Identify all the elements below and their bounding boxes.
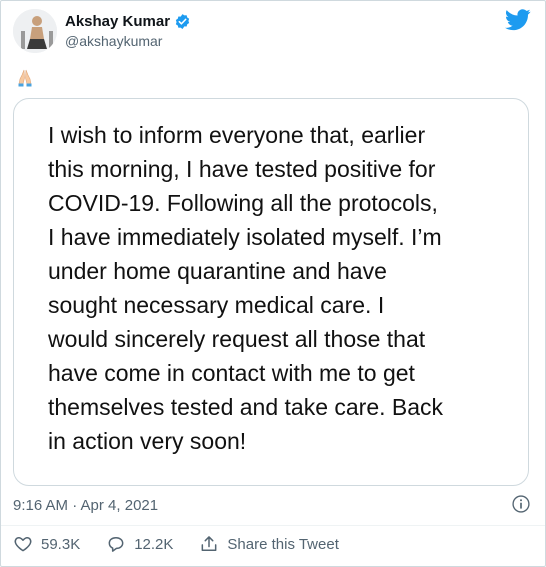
author-name[interactable]: Akshay Kumar (65, 13, 170, 30)
folded-hands-emoji (15, 67, 35, 87)
heart-icon (14, 537, 32, 552)
info-icon[interactable] (511, 494, 531, 514)
avatar-image (13, 9, 57, 53)
share-button[interactable]: Share this Tweet (199, 534, 339, 554)
author-name-row[interactable]: Akshay Kumar (65, 13, 191, 30)
avatar[interactable] (13, 9, 57, 53)
twitter-bird-icon[interactable] (505, 9, 531, 31)
tweet-actions: 59.3K 12.2K Share this Tweet (13, 534, 365, 554)
divider (1, 525, 545, 526)
like-count: 59.3K (41, 535, 81, 553)
share-label: Share this Tweet (227, 535, 339, 553)
tweet-image[interactable]: I wish to inform everyone that, earlier … (13, 98, 529, 486)
tweet-timestamp[interactable]: 9:16 AM · Apr 4, 2021 (13, 497, 158, 514)
author-handle[interactable]: @akshaykumar (65, 33, 162, 49)
reply-count: 12.2K (134, 535, 174, 553)
share-icon (201, 536, 217, 551)
folded-hands-icon (18, 69, 32, 87)
like-button[interactable]: 59.3K (13, 534, 80, 554)
reply-icon (108, 537, 124, 552)
image-statement-text: I wish to inform everyone that, earlier … (48, 122, 444, 454)
verified-badge-icon (175, 14, 190, 29)
tweet-card: Akshay Kumar @akshaykumar I wish to info… (0, 0, 546, 567)
reply-button[interactable]: 12.2K (106, 534, 173, 554)
